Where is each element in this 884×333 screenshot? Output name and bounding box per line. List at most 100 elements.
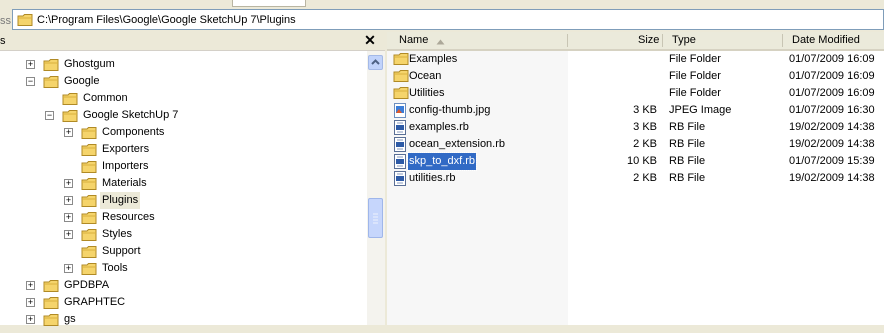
file-name: Examples [409, 53, 458, 65]
expand-icon[interactable]: + [64, 128, 73, 137]
file-type: File Folder [669, 70, 721, 82]
column-header-date[interactable]: Date Modified [792, 34, 860, 46]
file-size: 2 KB [633, 138, 657, 150]
tree-item-label: Plugins [100, 192, 141, 209]
address-path: C:\Program Files\Google\Google SketchUp … [37, 14, 296, 26]
tree-item-label: Support [102, 245, 141, 257]
column-divider[interactable] [782, 34, 783, 47]
top-strip [0, 0, 884, 8]
tree-item[interactable]: + GPDBPA [0, 277, 365, 294]
expand-icon[interactable]: + [64, 213, 73, 222]
file-row[interactable]: examples.rb 3 KB RB File 19/02/2009 14:38 [387, 119, 884, 136]
file-name: config-thumb.jpg [409, 104, 491, 116]
tree-item-label: Tools [102, 262, 128, 274]
tree-item-label: GRAPHTEC [64, 296, 126, 308]
expand-icon[interactable]: + [26, 60, 35, 69]
tree-item-label: Resources [102, 211, 155, 223]
file-date-modified: 01/07/2009 15:39 [789, 155, 875, 167]
expand-icon[interactable]: + [64, 179, 73, 188]
close-icon[interactable]: ✕ [362, 32, 378, 48]
file-date-modified: 01/07/2009 16:09 [789, 87, 875, 99]
expand-icon[interactable]: + [64, 264, 73, 273]
expand-icon[interactable]: + [64, 196, 73, 205]
scroll-up-button[interactable] [368, 55, 383, 70]
file-row[interactable]: Utilities File Folder 01/07/2009 16:09 [387, 85, 884, 102]
expand-icon[interactable]: + [26, 298, 35, 307]
file-type: File Folder [669, 53, 721, 65]
tree-item[interactable]: + Materials [0, 175, 365, 192]
tree-item-label: Importers [102, 160, 149, 172]
tree-item-label: Materials [102, 177, 147, 189]
sort-ascending-icon [436, 36, 445, 48]
file-row[interactable]: config-thumb.jpg 3 KB JPEG Image 01/07/2009… [387, 102, 884, 119]
tree-item-label: Common [83, 92, 128, 104]
file-date-modified: 19/02/2009 14:38 [789, 138, 875, 150]
tree-item[interactable]: + Ghostgum [0, 56, 365, 73]
file-type: RB File [669, 138, 706, 150]
chevron-up-icon [371, 59, 380, 65]
tree-item-label: Google [64, 75, 100, 87]
tree-item-label: Exporters [102, 143, 150, 155]
file-date-modified: 01/07/2009 16:09 [789, 70, 875, 82]
tree-item[interactable]: + Tools [0, 260, 365, 277]
folders-scrollbar[interactable] [367, 51, 385, 325]
file-name: utilities.rb [409, 172, 456, 184]
tree-item[interactable]: + Resources [0, 209, 365, 226]
file-type: JPEG Image [669, 104, 732, 116]
toolbar-tab[interactable] [232, 0, 306, 7]
tree-item[interactable]: + Components [0, 124, 365, 141]
file-row[interactable]: utilities.rb 2 KB RB File 19/02/2009 14:38 [387, 170, 884, 187]
column-header-size[interactable]: Size [638, 34, 659, 46]
column-header-name[interactable]: Name [399, 34, 428, 46]
address-bar-row: ss C:\Program Files\Google\Google Sketch… [0, 8, 884, 34]
tree-item[interactable]: + Plugins [0, 192, 365, 209]
tree-item[interactable]: + gs [0, 311, 365, 328]
file-row[interactable]: Ocean File Folder 01/07/2009 16:09 [387, 68, 884, 85]
address-field[interactable]: C:\Program Files\Google\Google SketchUp … [12, 9, 884, 30]
file-type: RB File [669, 155, 706, 167]
tree-item[interactable]: Common [0, 90, 365, 107]
tree-item[interactable]: Support [0, 243, 365, 260]
file-list-pane: Name Size Type Date Modified Examples Fil… [387, 32, 884, 325]
file-date-modified: 19/02/2009 14:38 [789, 172, 875, 184]
file-type: RB File [669, 172, 706, 184]
file-name: ocean_extension.rb [409, 138, 506, 150]
address-label: ss [0, 15, 11, 27]
expand-icon[interactable]: + [26, 315, 35, 324]
tree-item[interactable]: − Google [0, 73, 365, 90]
expand-icon[interactable]: + [64, 230, 73, 239]
column-header-bar: Name Size Type Date Modified [387, 32, 884, 51]
file-row[interactable]: skp_to_dxf.rb 10 KB RB File 01/07/2009 15:3… [387, 152, 884, 171]
file-size: 3 KB [633, 121, 657, 133]
file-name: examples.rb [409, 121, 469, 133]
folder-icon [43, 313, 60, 333]
tree-item[interactable]: Importers [0, 158, 365, 175]
file-size: 3 KB [633, 104, 657, 116]
column-divider[interactable] [567, 34, 568, 47]
tree-item-label: Ghostgum [64, 58, 115, 70]
folders-pane-header: s ✕ [0, 32, 385, 51]
column-header-type[interactable]: Type [672, 34, 696, 46]
file-date-modified: 01/07/2009 16:30 [789, 104, 875, 116]
tree-item-label: gs [64, 313, 76, 325]
scroll-thumb[interactable] [368, 198, 383, 238]
file-type: RB File [669, 121, 706, 133]
file-name: Ocean [409, 70, 442, 82]
tree-item-label: Styles [102, 228, 132, 240]
collapse-icon[interactable]: − [26, 77, 35, 86]
column-divider[interactable] [662, 34, 663, 47]
tree-item[interactable]: + GRAPHTEC [0, 294, 365, 311]
file-size: 10 KB [627, 155, 657, 167]
tree-item[interactable]: Exporters [0, 141, 365, 158]
folders-pane: s ✕ + Ghostgum − Google Common − Google Sketch… [0, 32, 385, 328]
folder-icon [17, 13, 34, 30]
file-name: skp_to_dxf.rb [406, 152, 478, 171]
expand-icon[interactable]: + [26, 281, 35, 290]
file-date-modified: 19/02/2009 14:38 [789, 121, 875, 133]
tree-item[interactable]: + Styles [0, 226, 365, 243]
collapse-icon[interactable]: − [45, 111, 54, 120]
file-row[interactable]: ocean_extension.rb 2 KB RB File 19/02/2009 … [387, 136, 884, 153]
tree-item[interactable]: − Google SketchUp 7 [0, 107, 365, 124]
file-name: Utilities [409, 87, 445, 99]
file-row[interactable]: Examples File Folder 01/07/2009 16:09 [387, 51, 884, 68]
